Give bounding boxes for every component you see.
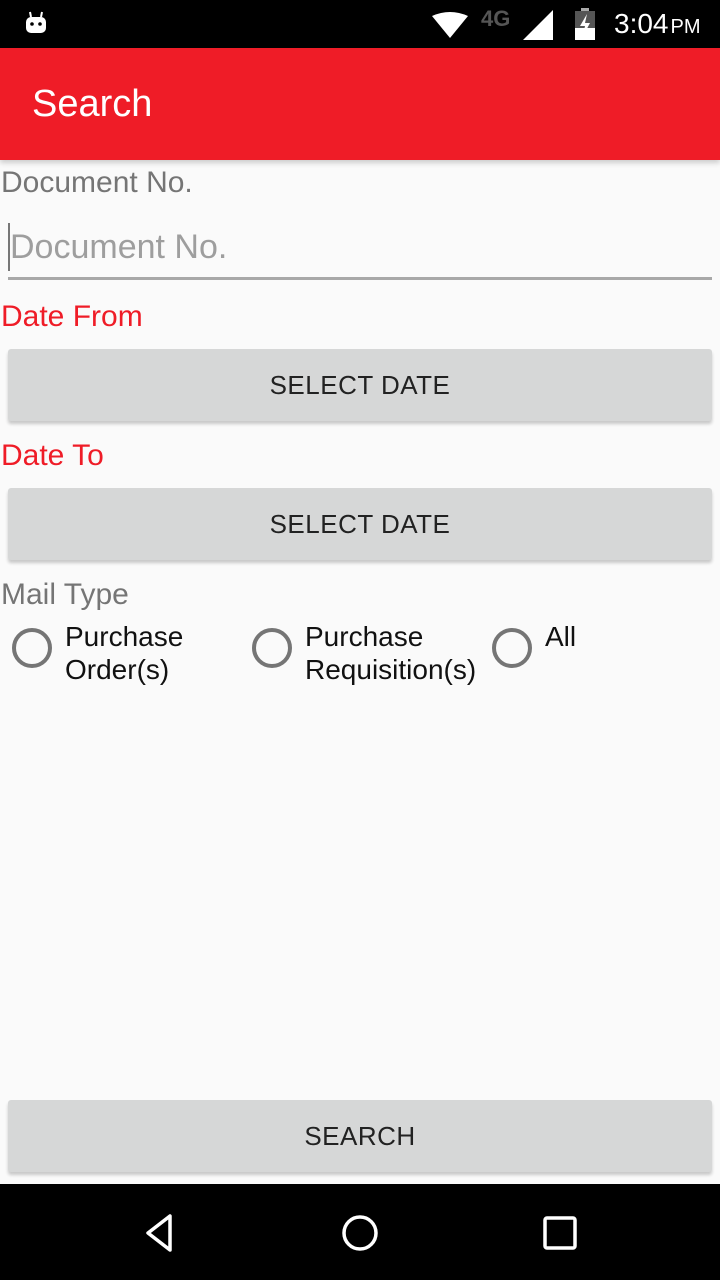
- cell-signal-icon: [523, 10, 553, 40]
- radio-purchase-orders[interactable]: Purchase Order(s): [12, 620, 183, 686]
- date-from-label: Date From: [1, 300, 143, 333]
- date-from-select-button[interactable]: SELECT DATE: [8, 349, 712, 421]
- network-type: 4G: [481, 6, 511, 31]
- recents-icon: [543, 1216, 577, 1250]
- radio-label-line2: Requisition(s): [305, 654, 477, 685]
- radio-label-line1: Purchase: [65, 621, 184, 652]
- radio-label-line1: Purchase: [305, 621, 424, 652]
- radio-label-line1: All: [545, 621, 577, 652]
- date-to-select-button[interactable]: SELECT DATE: [8, 488, 712, 560]
- radio-label: Purchase Order(s): [65, 620, 183, 686]
- date-to-label: Date To: [1, 439, 104, 472]
- back-button[interactable]: [135, 1208, 185, 1258]
- app-bar: Search: [0, 48, 720, 160]
- radio-button-unchecked[interactable]: [252, 628, 292, 668]
- battery-charging-icon: [575, 8, 595, 40]
- recents-button[interactable]: [535, 1208, 585, 1258]
- android-notification-icon: [26, 11, 46, 33]
- radio-button-unchecked[interactable]: [12, 628, 52, 668]
- home-icon: [342, 1215, 378, 1251]
- radio-label: Purchase Requisition(s): [305, 620, 476, 686]
- search-button[interactable]: SEARCH: [8, 1100, 712, 1172]
- mail-type-label: Mail Type: [1, 578, 129, 611]
- home-button[interactable]: [335, 1208, 385, 1258]
- radio-purchase-requisitions[interactable]: Purchase Requisition(s): [252, 620, 476, 686]
- radio-label: All: [545, 620, 576, 653]
- radio-button-unchecked[interactable]: [492, 628, 532, 668]
- wifi-icon: [432, 12, 468, 38]
- clock: 3:04 PM: [614, 8, 701, 40]
- navigation-bar: [0, 1184, 720, 1280]
- radio-label-line2: Order(s): [65, 654, 170, 685]
- page-title: Search: [32, 83, 153, 125]
- mail-type-radio-group: Purchase Order(s) Purchase Requisition(s…: [0, 620, 720, 700]
- clock-ampm: PM: [670, 16, 701, 38]
- document-no-label: Document No.: [1, 166, 193, 199]
- text-cursor: [8, 223, 10, 271]
- radio-all[interactable]: All: [492, 620, 576, 668]
- document-no-input[interactable]: [8, 218, 712, 280]
- clock-time: 3:04: [614, 8, 669, 39]
- back-icon: [146, 1214, 172, 1252]
- status-bar: 4G 3:04 PM: [0, 0, 720, 48]
